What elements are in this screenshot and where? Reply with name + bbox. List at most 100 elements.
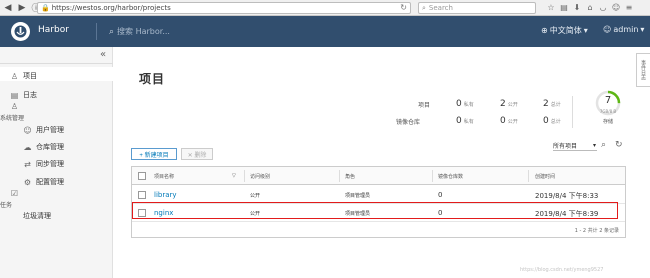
sync-icon: ⇄ xyxy=(24,159,31,169)
app-header: Harbor ⌕ 搜索 Harbor... ⊕ 中文简体 ▾ ☺ admin ▾ xyxy=(0,16,650,47)
row-checkbox[interactable] xyxy=(138,191,146,199)
column-header-repos[interactable]: 镜像仓库数 xyxy=(438,173,463,180)
browser-search-box[interactable]: ⌕ Search xyxy=(418,2,536,14)
browser-toolbar-icons: ☆ ▤ ⬇ ⌂ ◡ ☺ ≡ xyxy=(546,2,634,12)
project-link-text[interactable]: nginx xyxy=(154,209,173,217)
harbor-logo[interactable] xyxy=(11,22,30,41)
sidebar-section-admin: 系统管理 xyxy=(0,115,25,122)
projects-table: 项目名称 ▽ 访问级别 角色 镜像仓库数 创建时间 library 公开 项目管… xyxy=(131,166,626,238)
brand-name[interactable]: Harbor xyxy=(38,25,69,35)
column-header-role[interactable]: 角色 xyxy=(345,173,355,180)
stat-number: 0 xyxy=(456,116,462,126)
table-row[interactable]: nginx 公开 项目管理员 0 2019/8/4 下午8:39 xyxy=(132,202,625,222)
stat-unit: 私有 xyxy=(463,119,474,125)
sidebar-item-projects[interactable]: ♙ 项目 xyxy=(10,71,37,81)
column-separator xyxy=(339,170,340,182)
reload-icon[interactable]: ↻ xyxy=(400,3,407,13)
storage-gauge-caption: 存储 xyxy=(602,119,613,125)
project-link-text[interactable]: library xyxy=(154,191,177,199)
users-icon: ☺ xyxy=(23,125,32,135)
project-name-link[interactable]: nginx xyxy=(154,209,173,217)
sidebar-item-label: 同步管理 xyxy=(36,160,64,168)
forward-icon[interactable]: ▶ xyxy=(16,2,28,14)
role-cell: 项目管理员 xyxy=(345,193,371,199)
menu-icon[interactable]: ≡ xyxy=(624,2,634,12)
chevron-down-icon: ▾ xyxy=(640,25,645,34)
sort-icon[interactable]: ▽ xyxy=(232,173,236,179)
user-icon: ☺ xyxy=(603,25,612,34)
project-stats: 项目 0 私有 2 公开 2 总计 镜像仓库 0 私有 0 公开 0 总计 xyxy=(380,97,570,129)
sidebar-item-replication[interactable]: ⇄ 同步管理 xyxy=(23,159,64,169)
sidebar-item-configuration[interactable]: ⚙ 配置管理 xyxy=(23,177,64,187)
sidebar-item-logs[interactable]: ▤ 日志 xyxy=(10,90,37,100)
address-bar[interactable]: 🔒 https://westos.org/harbor/projects ↻ xyxy=(37,2,411,14)
sidebar-item-label: 仓库管理 xyxy=(36,143,64,151)
users-icon: ♙ xyxy=(10,102,19,111)
bookmark-star-icon[interactable]: ☆ xyxy=(546,2,556,12)
user-name: admin xyxy=(613,25,639,34)
stat-public-repos: 0 公开 xyxy=(500,116,518,126)
column-header-created[interactable]: 创建时间 xyxy=(535,173,555,180)
sidebar-item-tasks-toggle[interactable]: ☑ xyxy=(10,189,19,198)
sidebar-item-registry-management[interactable]: ☁ 仓库管理 xyxy=(23,142,65,152)
stat-private-repos: 0 私有 xyxy=(456,116,474,126)
user-icon: ♙ xyxy=(10,71,19,81)
chevron-down-icon: ▾ xyxy=(592,142,596,149)
event-log-tab[interactable]: 事件日志 xyxy=(636,53,650,87)
globe-icon: ⊕ xyxy=(541,26,548,35)
language-label: 中文简体 xyxy=(549,26,582,35)
column-header-access[interactable]: 访问级别 xyxy=(250,173,270,180)
column-header-name[interactable]: 项目名称 xyxy=(154,173,174,180)
stat-private-projects: 0 私有 xyxy=(456,99,474,109)
project-filter-select[interactable]: 所有项目 ▾ xyxy=(553,141,597,151)
column-separator xyxy=(432,170,433,182)
stats-row-repositories: 镜像仓库 0 私有 0 公开 0 总计 xyxy=(380,116,570,127)
stats-row-label: 镜像仓库 xyxy=(395,119,420,126)
url-text: https://westos.org/harbor/projects xyxy=(51,4,171,12)
sync-icon[interactable]: ☺ xyxy=(611,2,621,12)
sidebar-item-garbage-collection[interactable]: 垃圾清理 xyxy=(23,211,51,221)
sidebar-item-user-management[interactable]: ☺ 用户管理 xyxy=(23,125,64,135)
search-icon: ⌕ xyxy=(109,26,115,37)
global-search[interactable]: ⌕ 搜索 Harbor... xyxy=(109,26,170,37)
reading-list-icon[interactable]: ▤ xyxy=(559,2,569,12)
delete-project-button[interactable]: ✕ 删除 xyxy=(181,148,213,160)
refresh-icon[interactable]: ↻ xyxy=(615,140,623,150)
language-selector[interactable]: ⊕ 中文简体 ▾ xyxy=(541,25,588,36)
stat-unit: 私有 xyxy=(463,102,474,108)
sidebar-item-users-admin[interactable]: ♙ xyxy=(10,102,19,111)
browser-search-placeholder: Search xyxy=(428,4,453,12)
sidebar: « ♙ 项目 ▤ 日志 ♙ 系统管理 ☺ 用户管理 ☁ 仓库管理 ⇄ 同步管理 … xyxy=(0,47,113,278)
watermark: https://blog.csdn.net/ymeng9527 xyxy=(520,267,604,273)
pocket-icon[interactable]: ◡ xyxy=(598,2,608,12)
stats-row-projects: 项目 0 私有 2 公开 2 总计 xyxy=(380,99,570,110)
column-separator xyxy=(244,170,245,182)
table-footer: 1 - 2 共计 2 条记录 xyxy=(132,222,625,237)
project-name-link[interactable]: library xyxy=(154,191,177,199)
browser-toolbar: ◀ ▶ ⓘ 🔒 https://westos.org/harbor/projec… xyxy=(0,0,650,16)
project-filter-value: 所有项目 xyxy=(553,143,578,150)
stat-number: 2 xyxy=(543,99,549,109)
column-separator xyxy=(528,170,529,182)
sidebar-item-label: 垃圾清理 xyxy=(23,212,51,220)
repo-count-cell: 0 xyxy=(438,209,443,217)
download-icon[interactable]: ⬇ xyxy=(572,2,582,12)
select-all-checkbox[interactable] xyxy=(138,172,146,180)
collapse-sidebar-icon[interactable]: « xyxy=(100,49,106,60)
stats-row-label: 项目 xyxy=(417,102,430,109)
sidebar-section-tasks: 任务 xyxy=(0,202,13,209)
stat-unit: 总计 xyxy=(550,119,561,125)
user-menu[interactable]: ☺ admin ▾ xyxy=(603,25,644,34)
search-icon[interactable]: ⌕ xyxy=(601,140,606,150)
stats-divider xyxy=(572,96,573,128)
new-project-button[interactable]: + 新建项目 xyxy=(131,148,177,160)
home-icon[interactable]: ⌂ xyxy=(585,2,595,12)
row-checkbox[interactable] xyxy=(138,209,146,217)
sidebar-item-label: 日志 xyxy=(23,91,37,99)
header-divider xyxy=(96,23,97,40)
search-icon: ⌕ xyxy=(422,4,426,12)
back-icon[interactable]: ◀ xyxy=(2,2,14,14)
checkbox-icon: ☑ xyxy=(10,189,19,198)
access-level-cell: 公开 xyxy=(250,211,261,217)
stat-number: 0 xyxy=(456,99,462,109)
